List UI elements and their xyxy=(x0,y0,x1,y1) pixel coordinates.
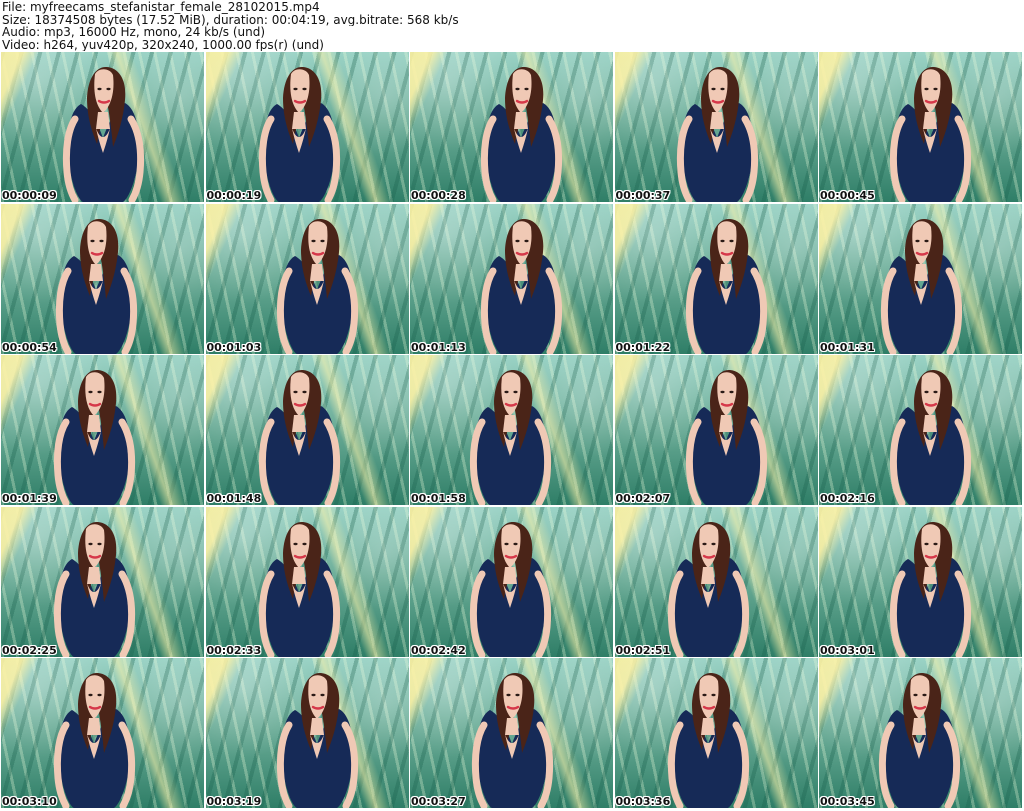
thumbnail-timestamp: 00:02:51 xyxy=(615,643,671,657)
person-figure xyxy=(879,507,981,657)
video-thumbnail: 00:01:48 xyxy=(205,355,409,505)
person-figure xyxy=(43,355,145,505)
person-figure xyxy=(444,507,576,657)
thumbnail-timestamp: 00:02:25 xyxy=(2,643,57,657)
thumbnail-timestamp: 00:03:10 xyxy=(2,795,57,808)
thumbnail-timestamp: 00:01:39 xyxy=(2,492,57,505)
video-thumbnail: 00:01:13 xyxy=(410,203,613,354)
thumbnail-timestamp: 00:02:42 xyxy=(411,643,466,657)
person-figure xyxy=(461,658,563,808)
thumbnail-timestamp: 00:03:45 xyxy=(820,795,875,808)
thumbnail-timestamp: 00:00:19 xyxy=(206,189,262,202)
video-thumbnail: 00:02:07 xyxy=(614,355,818,505)
video-thumbnail: 00:02:42 xyxy=(410,506,613,657)
thumbnail-timestamp: 00:03:01 xyxy=(820,643,875,657)
thumbnail-timestamp: 00:03:27 xyxy=(411,795,466,808)
thumbnail-timestamp: 00:02:07 xyxy=(615,492,671,505)
person-figure xyxy=(248,355,350,505)
thumbnail-timestamp: 00:00:45 xyxy=(820,189,875,202)
thumbnail-timestamp: 00:03:36 xyxy=(615,795,671,808)
person-figure xyxy=(853,658,985,808)
person-figure xyxy=(52,52,154,202)
person-figure xyxy=(444,355,576,505)
thumbnail-timestamp: 00:00:09 xyxy=(2,189,57,202)
person-figure xyxy=(266,658,368,808)
thumbnail-timestamp: 00:01:03 xyxy=(206,340,262,354)
person-figure xyxy=(467,204,575,354)
thumbnail-timestamp: 00:01:58 xyxy=(411,492,466,505)
video-info-line: Video: h264, yuv420p, 320x240, 1000.00 f… xyxy=(2,38,324,51)
person-figure xyxy=(657,658,759,808)
person-figure xyxy=(266,204,368,354)
thumbnail-timestamp: 00:00:37 xyxy=(615,189,671,202)
video-thumbnail: 00:00:54 xyxy=(1,203,204,354)
video-thumbnail: 00:02:33 xyxy=(205,506,409,657)
video-thumbnail: 00:00:37 xyxy=(614,52,818,202)
person-figure xyxy=(248,52,350,202)
person-figure xyxy=(248,507,350,657)
person-figure xyxy=(876,355,984,505)
video-thumbnail: 00:02:25 xyxy=(1,506,204,657)
person-figure xyxy=(657,507,759,657)
person-figure xyxy=(43,507,145,657)
thumbnail-timestamp: 00:01:48 xyxy=(206,492,262,505)
video-thumbnail: 00:03:45 xyxy=(819,658,1022,808)
thumbnail-timestamp: 00:01:31 xyxy=(820,340,875,354)
video-thumbnail: 00:02:16 xyxy=(819,355,1022,505)
video-thumbnail: 00:01:39 xyxy=(1,355,204,505)
video-thumbnail: 00:00:28 xyxy=(410,52,613,202)
thumbnail-timestamp: 00:00:54 xyxy=(2,340,57,354)
video-thumbnail: 00:01:22 xyxy=(614,203,818,354)
file-size-line: Size: 18374508 bytes (17.52 MiB), durati… xyxy=(2,13,459,26)
video-thumbnail: 00:03:19 xyxy=(205,658,409,808)
person-figure xyxy=(672,204,780,354)
person-figure xyxy=(43,658,145,808)
thumbnail-timestamp: 00:01:13 xyxy=(411,340,466,354)
thumbnail-timestamp: 00:02:16 xyxy=(820,492,875,505)
video-thumbnail: 00:00:45 xyxy=(819,52,1022,202)
video-thumbnail: 00:02:51 xyxy=(614,506,818,657)
file-name-line: File: myfreecams_stefanistar_female_2810… xyxy=(2,1,320,14)
video-thumbnail: 00:01:31 xyxy=(819,203,1022,354)
thumbnail-grid: 00:00:09 00:00:19 00:00:28 00:00:37 00:0… xyxy=(1,52,1022,808)
person-figure xyxy=(666,52,768,202)
video-thumbnail: 00:01:03 xyxy=(205,203,409,354)
video-thumbnail: 00:03:10 xyxy=(1,658,204,808)
video-thumbnail: 00:00:19 xyxy=(205,52,409,202)
video-thumbnail: 00:00:09 xyxy=(1,52,204,202)
person-figure xyxy=(870,204,972,354)
person-figure xyxy=(34,204,158,354)
thumbnail-timestamp: 00:00:28 xyxy=(411,189,466,202)
audio-info-line: Audio: mp3, 16000 Hz, mono, 24 kb/s (und… xyxy=(2,26,266,39)
video-thumbnail: 00:03:36 xyxy=(614,658,818,808)
video-thumbnail: 00:03:27 xyxy=(410,658,613,808)
thumbnail-timestamp: 00:02:33 xyxy=(206,643,262,657)
file-info-header: File: myfreecams_stefanistar_female_2810… xyxy=(2,1,1002,51)
video-thumbnail: 00:03:01 xyxy=(819,506,1022,657)
person-figure xyxy=(470,52,572,202)
thumbnail-timestamp: 00:01:22 xyxy=(615,340,671,354)
person-figure xyxy=(879,52,981,202)
thumbnail-timestamp: 00:03:19 xyxy=(206,795,262,808)
video-thumbnail: 00:01:58 xyxy=(410,355,613,505)
person-figure xyxy=(672,355,780,505)
